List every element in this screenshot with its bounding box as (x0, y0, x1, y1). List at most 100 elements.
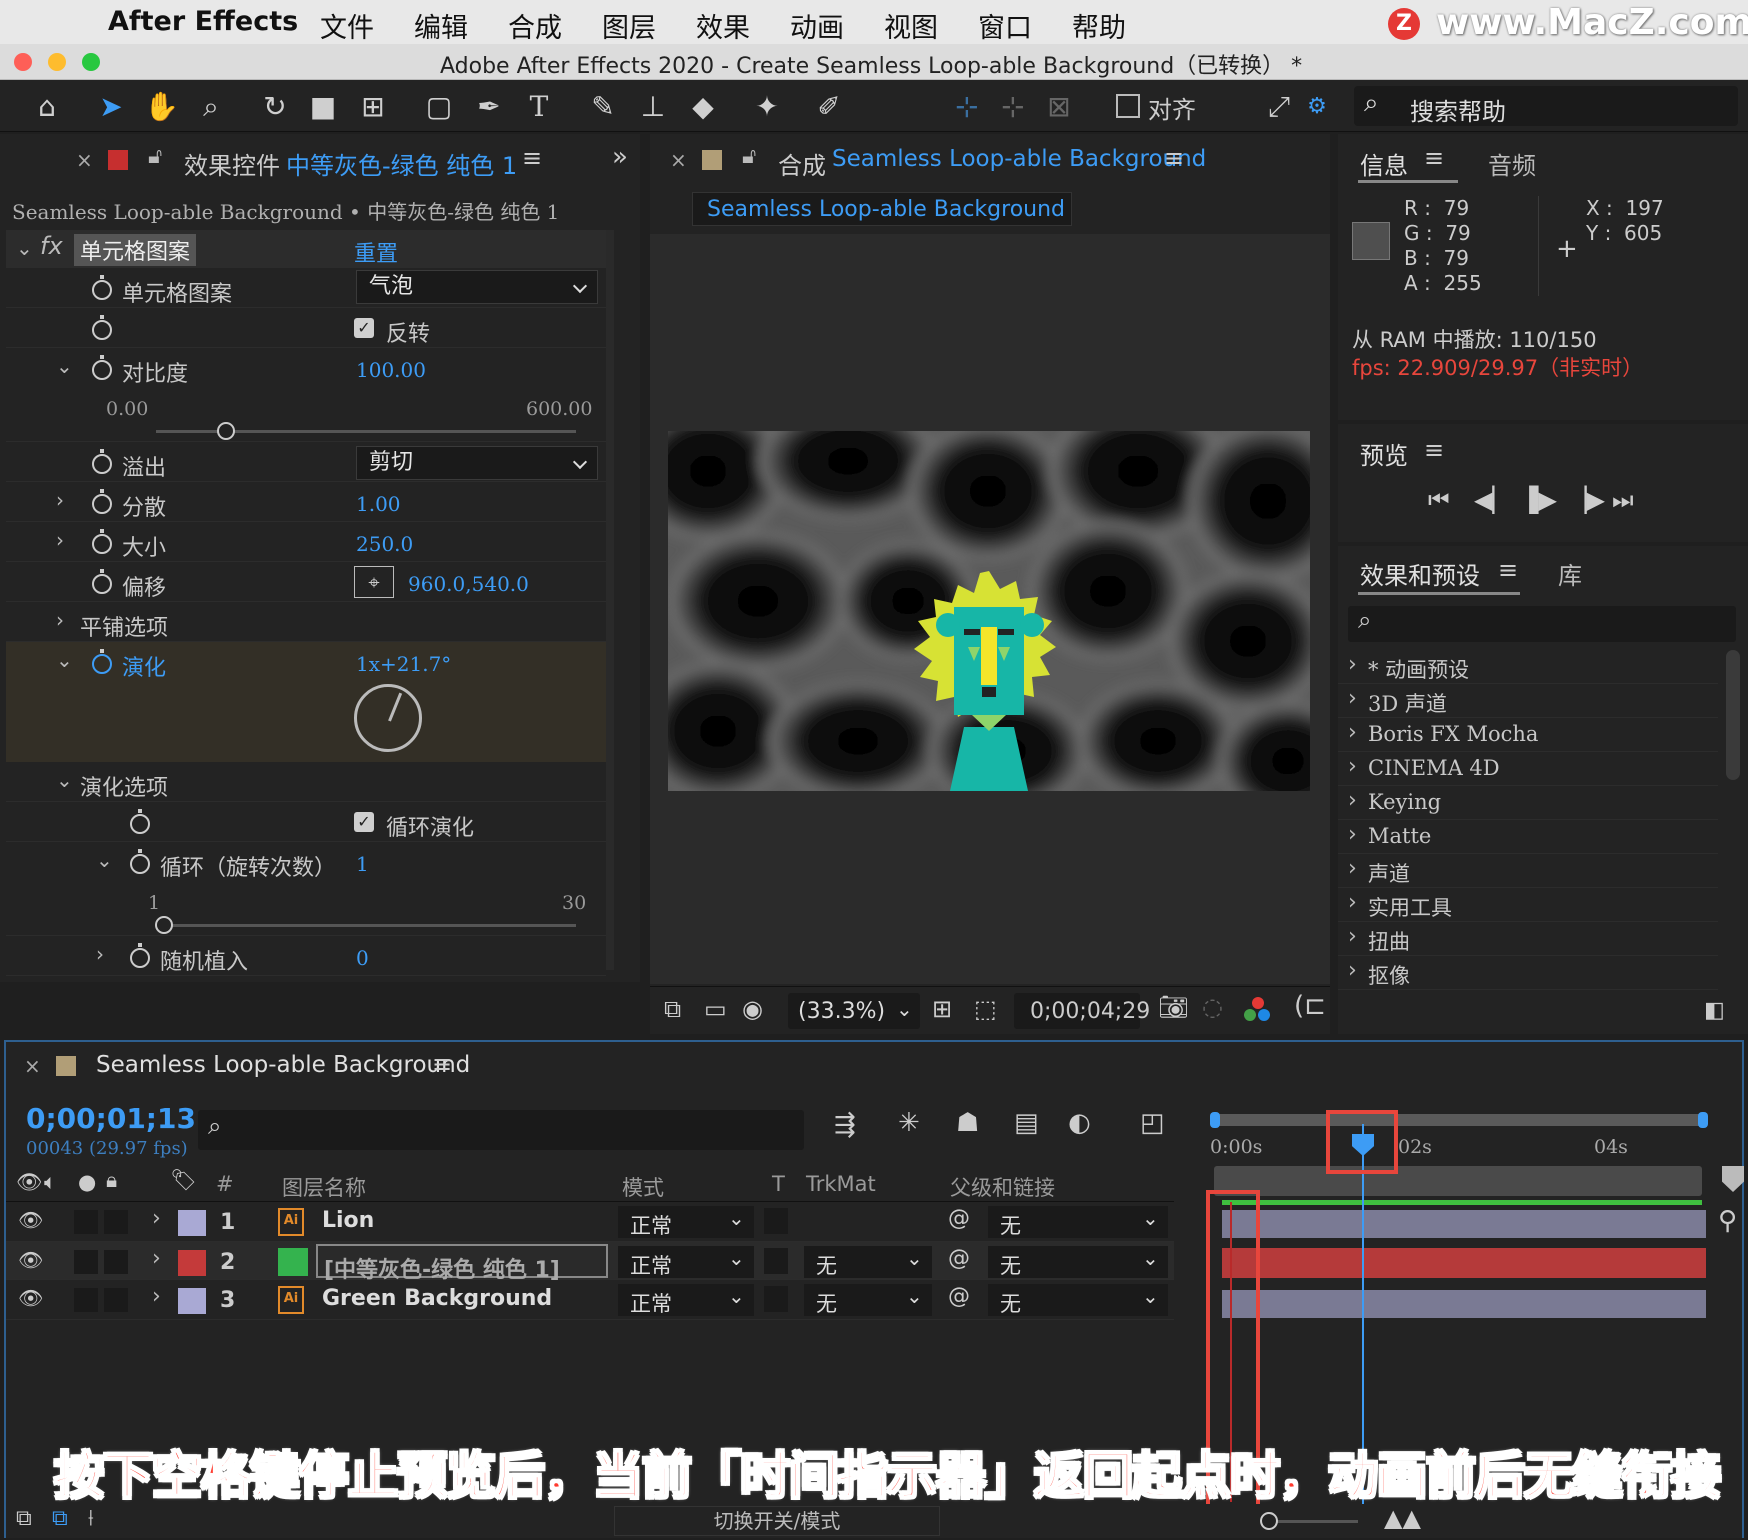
roto-brush-tool-icon[interactable]: ✦ (750, 90, 784, 124)
disperse-value[interactable]: 1.00 (356, 492, 401, 516)
effect-reset-link[interactable]: 重置 (354, 236, 398, 268)
lock-switch[interactable] (104, 1210, 128, 1234)
list-item[interactable]: › Matte (1338, 820, 1718, 854)
new-preset-icon[interactable]: ◧ (1704, 998, 1725, 1023)
toggle-switches-modes-button[interactable]: 切换开关/模式 (614, 1506, 940, 1536)
expand-panels-icon[interactable]: » (612, 142, 628, 172)
offset-value[interactable]: 960.0,540.0 (408, 572, 529, 596)
trkmat-dropdown[interactable]: 无 ⌄ (804, 1246, 932, 1278)
close-window-button[interactable] (14, 53, 32, 71)
twirl-right-icon[interactable]: › (56, 528, 64, 552)
home-icon[interactable]: ⌂ (30, 90, 64, 124)
list-item[interactable]: › 实用工具 (1338, 888, 1718, 922)
panel-menu-icon[interactable]: ≡ (432, 1050, 452, 1078)
col-mode[interactable]: 模式 (622, 1172, 664, 1202)
timeline-scroll-end-icon[interactable] (1722, 1166, 1744, 1192)
eye-icon[interactable]: 👁︎ (16, 1170, 43, 1195)
frame-blending-icon[interactable]: ▤ (1014, 1108, 1039, 1138)
effect-controls-tab-prefix[interactable]: 效果控件 (184, 146, 280, 181)
eye-icon[interactable]: 👁︎ (18, 1208, 43, 1232)
lock-icon[interactable]: 🔒︎ (106, 1168, 117, 1193)
crosshair-icon[interactable]: ⌖ (354, 566, 394, 598)
invert-checkbox[interactable]: ✓ (354, 318, 374, 338)
transfer-controls-icon[interactable]: ⧉ (52, 1506, 68, 1531)
eraser-tool-icon[interactable]: ◆ (686, 90, 720, 124)
navigator-bar[interactable] (1214, 1166, 1702, 1196)
solo-switch[interactable] (74, 1250, 98, 1274)
layer-name-field[interactable]: Lion (316, 1202, 608, 1236)
close-panel-icon[interactable]: × (670, 148, 687, 172)
time-ruler[interactable]: 0:00s 02s 04s (1210, 1108, 1710, 1205)
layer-bar-3[interactable] (1222, 1290, 1706, 1318)
tab-library[interactable]: 库 (1558, 556, 1582, 591)
minimize-window-button[interactable] (48, 53, 66, 71)
effects-search-input[interactable]: ⌕ (1348, 606, 1736, 642)
align-checkbox[interactable] (1116, 94, 1140, 118)
eye-icon[interactable]: 👁︎ (18, 1286, 43, 1310)
shy-layers-icon[interactable]: ☗ (956, 1108, 979, 1138)
table-row[interactable]: 👁︎ › 2 [中等灰色-绿色 纯色 1] 正常 ⌄ 无 ⌄ @ 无 ⌄ (6, 1242, 1174, 1283)
list-item[interactable]: › 声道 (1338, 854, 1718, 888)
lock-switch[interactable] (104, 1250, 128, 1274)
work-area-start-handle[interactable] (1210, 1112, 1220, 1128)
lock-icon[interactable]: 🔓︎ (742, 144, 756, 169)
composition-flowchart-icon[interactable]: ⇶ (834, 1110, 856, 1140)
list-item[interactable]: › Boris FX Mocha (1338, 718, 1718, 752)
next-frame-icon[interactable]: ▕▶ (1568, 486, 1605, 514)
monitor-icon[interactable]: ▭ (704, 995, 727, 1023)
previous-frame-icon[interactable]: ◀▏ (1474, 486, 1511, 514)
label-color-swatch[interactable] (178, 1288, 206, 1314)
stopwatch-icon[interactable] (130, 849, 150, 874)
mode-dropdown[interactable]: 正常 ⌄ (618, 1246, 754, 1278)
list-item[interactable]: › 抠像 (1338, 956, 1718, 990)
stopwatch-icon[interactable] (130, 809, 150, 834)
list-item[interactable]: › * 动画预设 (1338, 650, 1718, 684)
twirl-right-icon[interactable]: › (56, 608, 64, 632)
parent-dropdown[interactable]: 无 ⌄ (988, 1284, 1168, 1316)
timeline-comp-tab[interactable]: Seamless Loop-able Background (96, 1052, 470, 1078)
stopwatch-icon[interactable] (92, 355, 112, 380)
solo-switch[interactable] (74, 1288, 98, 1312)
effect-name[interactable]: 单元格图案 (74, 234, 197, 266)
twirl-down-icon[interactable]: ⌄ (16, 236, 33, 260)
menu-animation[interactable]: 动画 (790, 6, 844, 45)
effect-controls-tab-layer[interactable]: 中等灰色-绿色 纯色 1 (286, 146, 517, 181)
layer-name-field[interactable]: Green Background (316, 1280, 608, 1314)
panel-scrollbar[interactable] (606, 230, 614, 970)
channels-icon[interactable] (1244, 997, 1272, 1025)
pick-whip-icon[interactable]: @ (948, 1284, 970, 1309)
cycle-value[interactable]: 1 (356, 852, 369, 876)
workspace-menu-icon[interactable]: ⚙ (1300, 90, 1334, 124)
grid-guides-icon[interactable]: ⊞ (932, 995, 952, 1023)
menu-effect[interactable]: 效果 (696, 6, 750, 45)
menu-composition[interactable]: 合成 (508, 6, 562, 45)
twirl-right-icon[interactable]: › (152, 1206, 161, 1231)
parent-dropdown[interactable]: 无 ⌄ (988, 1206, 1168, 1238)
table-row[interactable]: 👁︎ › 3 Ai Green Background 正常 ⌄ 无 ⌄ @ 无 ⌄ (6, 1280, 1174, 1320)
pick-whip-icon[interactable]: ⚲ (1718, 1206, 1737, 1236)
menu-edit[interactable]: 编辑 (414, 6, 468, 45)
twirl-down-icon[interactable]: ⌄ (56, 768, 73, 792)
cycle-evolution-checkbox[interactable]: ✓ (354, 812, 374, 832)
selection-tool-icon[interactable]: ➤ (94, 90, 128, 124)
camera-tool-icon[interactable]: ■ (306, 90, 340, 124)
mode-dropdown[interactable]: 正常 ⌄ (618, 1206, 754, 1238)
viewer-timecode[interactable]: 0;00;04;29 (1014, 993, 1150, 1029)
menu-help[interactable]: 帮助 (1072, 6, 1126, 45)
work-area-bar[interactable] (1216, 1114, 1702, 1126)
last-frame-icon[interactable]: ⏭ (1612, 486, 1634, 514)
contrast-slider-handle[interactable] (217, 422, 236, 440)
pattern-dropdown[interactable]: 气泡 (356, 270, 598, 304)
zoom-slider-handle[interactable] (1260, 1512, 1278, 1530)
twirl-down-icon[interactable]: ⌄ (56, 354, 73, 378)
hand-tool-icon[interactable]: ✋ (144, 90, 179, 124)
list-item[interactable]: › CINEMA 4D (1338, 752, 1718, 786)
pen-tool-icon[interactable]: ✒ (472, 90, 506, 124)
layer-bar-1[interactable] (1222, 1210, 1706, 1238)
close-panel-icon[interactable]: × (24, 1054, 41, 1078)
stopwatch-icon[interactable] (92, 449, 112, 474)
label-color-swatch[interactable] (178, 1210, 206, 1236)
twirl-down-icon[interactable]: ⌄ (56, 648, 73, 672)
play-icon[interactable]: ▐▶ (1520, 486, 1557, 514)
label-tag-icon[interactable]: 🏷︎ (170, 1168, 197, 1193)
